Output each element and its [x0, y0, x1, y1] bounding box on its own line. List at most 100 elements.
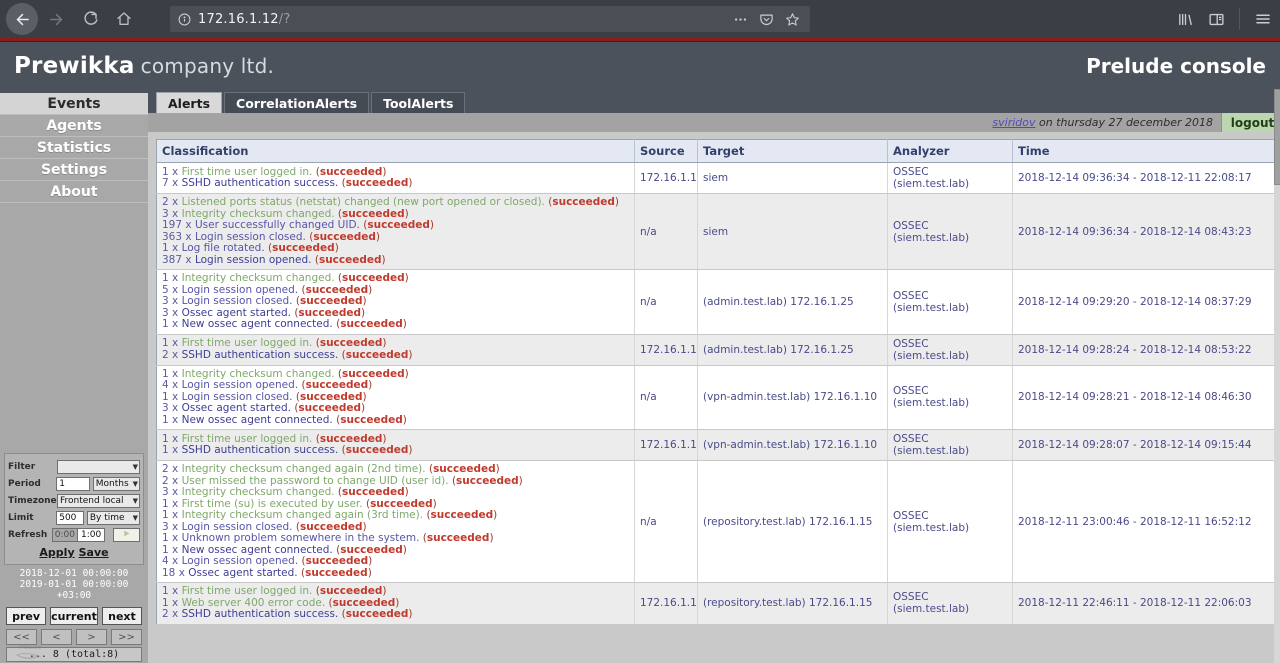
sidebar-item-events[interactable]: Events	[0, 93, 148, 115]
sidebar-item-agents[interactable]: Agents	[0, 115, 148, 137]
cell-target[interactable]: (vpn-admin.test.lab) 172.16.1.10	[698, 365, 888, 430]
cell-time[interactable]: 2018-12-14 09:36:34 - 2018-12-11 22:08:1…	[1013, 163, 1275, 194]
column-header-classification[interactable]: Classification	[157, 140, 635, 163]
column-header-analyzer[interactable]: Analyzer	[888, 140, 1013, 163]
forward-arrow-icon	[48, 11, 65, 28]
cell-target[interactable]: (vpn-admin.test.lab) 172.16.1.10	[698, 430, 888, 461]
scrollbar-thumb[interactable]	[1274, 89, 1280, 185]
limit-input[interactable]: 500	[56, 511, 84, 525]
cell-time[interactable]: 2018-12-14 09:28:21 - 2018-12-14 08:46:3…	[1013, 365, 1275, 430]
current-button[interactable]: current	[50, 607, 98, 625]
logout-button[interactable]: logout	[1221, 113, 1280, 132]
cell-source[interactable]: n/a	[635, 194, 698, 270]
apply-button[interactable]: Apply	[39, 546, 74, 559]
limit-mode-select[interactable]: By time ▼	[87, 511, 140, 525]
cell-source[interactable]: n/a	[635, 365, 698, 430]
first-page-button[interactable]: <<	[6, 629, 37, 645]
last-page-button[interactable]: >>	[111, 629, 142, 645]
classification-count: 7	[162, 177, 169, 189]
classification-entry[interactable]: 7 x SSHD authentication success. (succee…	[162, 178, 629, 190]
refresh-interval-input[interactable]: 1:00	[78, 528, 105, 542]
browser-right-controls	[1177, 0, 1272, 38]
save-button[interactable]: Save	[79, 546, 109, 559]
table-row[interactable]: 1 x Integrity checksum changed. (succeed…	[157, 365, 1275, 430]
home-button[interactable]	[108, 3, 140, 35]
info-circle-icon[interactable]	[178, 13, 191, 26]
sidebar-item-statistics[interactable]: Statistics	[0, 137, 148, 159]
prev-button[interactable]: prev	[6, 607, 46, 625]
address-bar[interactable]: 172.16.1.12/?	[170, 6, 810, 32]
sidebar-item-about[interactable]: About	[0, 181, 148, 203]
cell-time[interactable]: 2018-12-14 09:29:20 - 2018-12-14 08:37:2…	[1013, 270, 1275, 335]
classification-entry[interactable]: 387 x Login session opened. (succeeded)	[162, 255, 629, 267]
next-page-button[interactable]: >	[76, 629, 107, 645]
library-icon[interactable]	[1177, 11, 1194, 28]
cell-source[interactable]: 172.16.1.1	[635, 163, 698, 194]
cell-source[interactable]: n/a	[635, 270, 698, 335]
cell-analyzer[interactable]: OSSEC (siem.test.lab)	[888, 365, 1013, 430]
ellipsis-icon[interactable]	[733, 12, 748, 27]
refresh-play-button[interactable]	[113, 528, 140, 542]
cell-time[interactable]: 2018-12-14 09:36:34 - 2018-12-14 08:43:2…	[1013, 194, 1275, 270]
classification-entry[interactable]: 1 x SSHD authentication success. (succee…	[162, 445, 629, 457]
timerange-nav: prev current next	[6, 607, 142, 625]
cell-time[interactable]: 2018-12-11 23:00:46 - 2018-12-11 16:52:1…	[1013, 461, 1275, 583]
column-header-time[interactable]: Time	[1013, 140, 1275, 163]
column-header-source[interactable]: Source	[635, 140, 698, 163]
next-button[interactable]: next	[102, 607, 142, 625]
table-row[interactable]: 1 x First time user logged in. (succeede…	[157, 163, 1275, 194]
username-link[interactable]: sviridov	[992, 116, 1035, 129]
classification-entry[interactable]: 1 x New ossec agent connected. (succeede…	[162, 415, 629, 427]
cell-target[interactable]: (admin.test.lab) 172.16.1.25	[698, 334, 888, 365]
table-row[interactable]: 1 x First time user logged in. (succeede…	[157, 583, 1275, 625]
back-button[interactable]	[6, 3, 38, 35]
tab-alerts[interactable]: Alerts	[156, 92, 222, 113]
cell-target[interactable]: siem	[698, 194, 888, 270]
classification-entry[interactable]: 2 x SSHD authentication success. (succee…	[162, 609, 629, 621]
sidebar-item-settings[interactable]: Settings	[0, 159, 148, 181]
reload-button[interactable]	[74, 3, 106, 35]
cell-target[interactable]: (admin.test.lab) 172.16.1.25	[698, 270, 888, 335]
cell-analyzer[interactable]: OSSEC (siem.test.lab)	[888, 270, 1013, 335]
cell-time[interactable]: 2018-12-14 09:28:24 - 2018-12-14 08:53:2…	[1013, 334, 1275, 365]
cell-analyzer[interactable]: OSSEC (siem.test.lab)	[888, 194, 1013, 270]
cell-time[interactable]: 2018-12-11 22:46:11 - 2018-12-11 22:06:0…	[1013, 583, 1275, 625]
star-icon[interactable]	[785, 12, 800, 27]
column-header-target[interactable]: Target	[698, 140, 888, 163]
cell-time[interactable]: 2018-12-14 09:28:07 - 2018-12-14 09:15:4…	[1013, 430, 1275, 461]
timezone-select[interactable]: Frontend local ▼	[57, 494, 140, 508]
table-row[interactable]: 2 x Integrity checksum changed again (2n…	[157, 461, 1275, 583]
filter-select[interactable]: ▼	[57, 460, 140, 474]
multiply-symbol: x	[172, 498, 178, 510]
tab-correlationalerts[interactable]: CorrelationAlerts	[224, 92, 369, 113]
table-row[interactable]: 1 x First time user logged in. (succeede…	[157, 430, 1275, 461]
pocket-icon[interactable]	[759, 12, 774, 27]
cell-source[interactable]: 172.16.1.1	[635, 334, 698, 365]
period-unit-select[interactable]: Months ▼	[93, 477, 140, 491]
forward-button[interactable]	[40, 3, 72, 35]
cell-source[interactable]: 172.16.1.1	[635, 583, 698, 625]
hamburger-menu-icon[interactable]	[1254, 10, 1272, 28]
classification-entry[interactable]: 1 x New ossec agent connected. (succeede…	[162, 319, 629, 331]
cell-source[interactable]: n/a	[635, 461, 698, 583]
sidebar-icon[interactable]	[1208, 11, 1225, 28]
cell-analyzer[interactable]: OSSEC (siem.test.lab)	[888, 583, 1013, 625]
cell-analyzer[interactable]: OSSEC (siem.test.lab)	[888, 334, 1013, 365]
cell-target[interactable]: (repository.test.lab) 172.16.1.15	[698, 461, 888, 583]
cell-source[interactable]: 172.16.1.1	[635, 430, 698, 461]
status-badge: succeeded	[313, 231, 376, 243]
cell-target[interactable]: siem	[698, 163, 888, 194]
table-row[interactable]: 1 x First time user logged in. (succeede…	[157, 334, 1275, 365]
table-row[interactable]: 2 x Listened ports status (netstat) chan…	[157, 194, 1275, 270]
cell-analyzer[interactable]: OSSEC (siem.test.lab)	[888, 461, 1013, 583]
cell-target[interactable]: (repository.test.lab) 172.16.1.15	[698, 583, 888, 625]
prev-page-button[interactable]: <	[41, 629, 72, 645]
table-row[interactable]: 1 x Integrity checksum changed. (succeed…	[157, 270, 1275, 335]
classification-entry[interactable]: 2 x SSHD authentication success. (succee…	[162, 350, 629, 362]
vertical-scrollbar[interactable]	[1274, 89, 1280, 663]
classification-entry[interactable]: 18 x Ossec agent started. (succeeded)	[162, 568, 629, 580]
period-input[interactable]: 1	[56, 477, 90, 491]
cell-analyzer[interactable]: OSSEC (siem.test.lab)	[888, 163, 1013, 194]
tab-toolalerts[interactable]: ToolAlerts	[371, 92, 465, 113]
cell-analyzer[interactable]: OSSEC (siem.test.lab)	[888, 430, 1013, 461]
